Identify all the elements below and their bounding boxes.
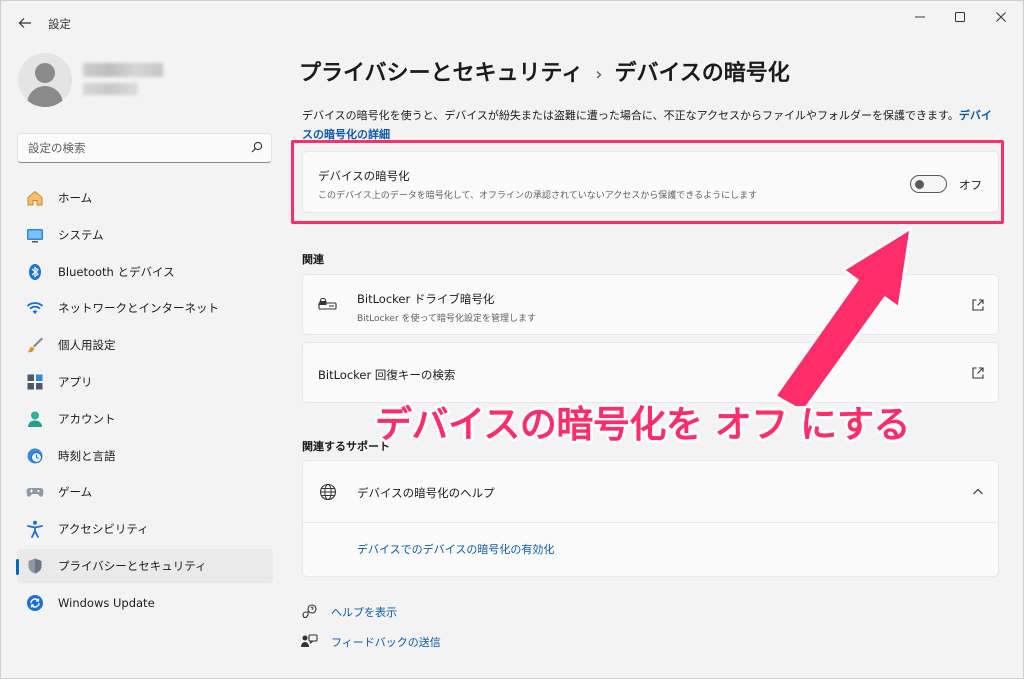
sidebar-item-home[interactable]: ホーム bbox=[17, 181, 273, 215]
send-feedback-link[interactable]: フィードバックの送信 bbox=[300, 633, 441, 651]
system-icon bbox=[26, 226, 44, 244]
external-link-icon bbox=[972, 367, 984, 379]
accessibility-icon bbox=[26, 520, 44, 539]
settings-search[interactable] bbox=[17, 133, 272, 163]
description-text: デバイスの暗号化を使うと、デバイスが紛失または盗難に遭った場合に、不正なアクセス… bbox=[302, 109, 959, 122]
related-section-label: 関連 bbox=[302, 253, 324, 266]
bitlocker-subtitle: BitLocker を使って暗号化設定を管理します bbox=[357, 314, 537, 324]
sidebar-item-label: システム bbox=[58, 227, 104, 242]
bitlocker-title: BitLocker ドライブ暗号化 bbox=[357, 292, 495, 306]
get-help-link[interactable]: ヘルプを表示 bbox=[300, 603, 397, 621]
maximize-button[interactable] bbox=[945, 7, 975, 27]
sidebar-item-label: 時刻と言語 bbox=[58, 448, 116, 463]
back-button[interactable] bbox=[13, 11, 37, 35]
sidebar-item-system[interactable]: システム bbox=[17, 218, 273, 252]
sidebar-item-label: アカウント bbox=[58, 411, 116, 426]
sidebar-item-personalization[interactable]: 個人用設定 bbox=[17, 328, 273, 362]
minimize-button[interactable] bbox=[905, 7, 935, 27]
bluetooth-icon bbox=[26, 263, 44, 281]
brush-icon bbox=[26, 336, 44, 354]
recovery-title: BitLocker 回復キーの検索 bbox=[318, 368, 456, 382]
page-title: デバイスの暗号化 bbox=[614, 61, 790, 86]
sidebar-item-label: Bluetooth とデバイス bbox=[58, 264, 175, 279]
sidebar-item-time-language[interactable]: 時刻と言語 bbox=[17, 439, 273, 473]
external-link-icon bbox=[972, 299, 984, 311]
help-card-header[interactable]: デバイスの暗号化のヘルプ bbox=[303, 461, 998, 523]
update-icon bbox=[26, 594, 44, 612]
help-card: デバイスの暗号化のヘルプ デバイスでのデバイスの暗号化の有効化 bbox=[302, 460, 999, 577]
avatar[interactable] bbox=[18, 53, 72, 107]
sidebar-item-label: Windows Update bbox=[58, 595, 155, 610]
annotation-arrow bbox=[773, 226, 913, 406]
annotation-text: デバイスの暗号化を オフ にする bbox=[375, 403, 911, 446]
apps-icon bbox=[26, 373, 44, 391]
back-arrow-icon bbox=[18, 18, 31, 28]
sidebar-item-accounts[interactable]: アカウント bbox=[17, 402, 273, 436]
maximize-icon bbox=[955, 12, 965, 22]
sidebar-item-label: プライバシーとセキュリティ bbox=[58, 558, 207, 573]
page-description: デバイスの暗号化を使うと、デバイスが紛失または盗難に遭った場合に、不正なアクセス… bbox=[302, 106, 1002, 144]
home-icon bbox=[26, 189, 44, 207]
send-feedback-label: フィードバックの送信 bbox=[331, 636, 441, 649]
sidebar-item-windows-update[interactable]: Windows Update bbox=[17, 586, 273, 620]
breadcrumb-separator: › bbox=[595, 64, 603, 85]
close-icon bbox=[996, 12, 1006, 22]
sidebar-item-network[interactable]: ネットワークとインターネット bbox=[17, 291, 273, 325]
highlight-frame bbox=[291, 140, 1004, 224]
chevron-up-icon[interactable] bbox=[971, 485, 985, 499]
sidebar-item-label: 個人用設定 bbox=[58, 338, 116, 353]
feedback-icon bbox=[301, 634, 318, 647]
minimize-icon bbox=[915, 16, 925, 18]
search-input[interactable] bbox=[28, 139, 238, 157]
account-icon bbox=[26, 410, 44, 428]
help-icon bbox=[302, 604, 317, 619]
sidebar-item-accessibility[interactable]: アクセシビリティ bbox=[17, 512, 273, 546]
time-language-icon bbox=[26, 447, 44, 465]
search-icon[interactable] bbox=[250, 140, 264, 154]
help-title: デバイスの暗号化のヘルプ bbox=[357, 486, 495, 500]
breadcrumb: プライバシーとセキュリティ › デバイスの暗号化 bbox=[299, 55, 790, 87]
sidebar-item-apps[interactable]: アプリ bbox=[17, 365, 273, 399]
sidebar-item-label: ネットワークとインターネット bbox=[58, 301, 219, 316]
bitlocker-drive-icon bbox=[318, 297, 337, 310]
user-name-redacted bbox=[83, 63, 163, 77]
app-title: 設定 bbox=[48, 17, 71, 31]
sidebar-nav: ホーム システム Bluetooth とデバイス ネットワークとインターネット bbox=[16, 181, 273, 623]
avatar-head-icon bbox=[35, 63, 55, 83]
sidebar-item-label: アプリ bbox=[58, 374, 93, 389]
shield-icon bbox=[26, 557, 44, 575]
sidebar-item-privacy-security[interactable]: プライバシーとセキュリティ bbox=[16, 548, 273, 583]
sidebar-item-bluetooth[interactable]: Bluetooth とデバイス bbox=[17, 255, 273, 289]
sidebar-item-gaming[interactable]: ゲーム bbox=[17, 475, 273, 509]
breadcrumb-parent[interactable]: プライバシーとセキュリティ bbox=[299, 61, 583, 86]
sidebar: ホーム システム Bluetooth とデバイス ネットワークとインターネット bbox=[1, 45, 286, 679]
get-help-label: ヘルプを表示 bbox=[331, 606, 397, 619]
wifi-icon bbox=[26, 299, 44, 317]
avatar-body-icon bbox=[27, 86, 63, 107]
gamepad-icon bbox=[26, 483, 44, 501]
title-bar: 設定 bbox=[1, 1, 1024, 45]
settings-window: 設定 ホーム bbox=[0, 0, 1024, 679]
sidebar-item-label: ホーム bbox=[58, 191, 93, 205]
sidebar-item-label: アクセシビリティ bbox=[58, 522, 149, 537]
sidebar-item-label: ゲーム bbox=[58, 485, 93, 500]
user-email-redacted bbox=[83, 83, 138, 95]
globe-icon bbox=[319, 483, 337, 501]
close-button[interactable] bbox=[986, 7, 1016, 27]
help-article-link[interactable]: デバイスでのデバイスの暗号化の有効化 bbox=[357, 541, 554, 557]
